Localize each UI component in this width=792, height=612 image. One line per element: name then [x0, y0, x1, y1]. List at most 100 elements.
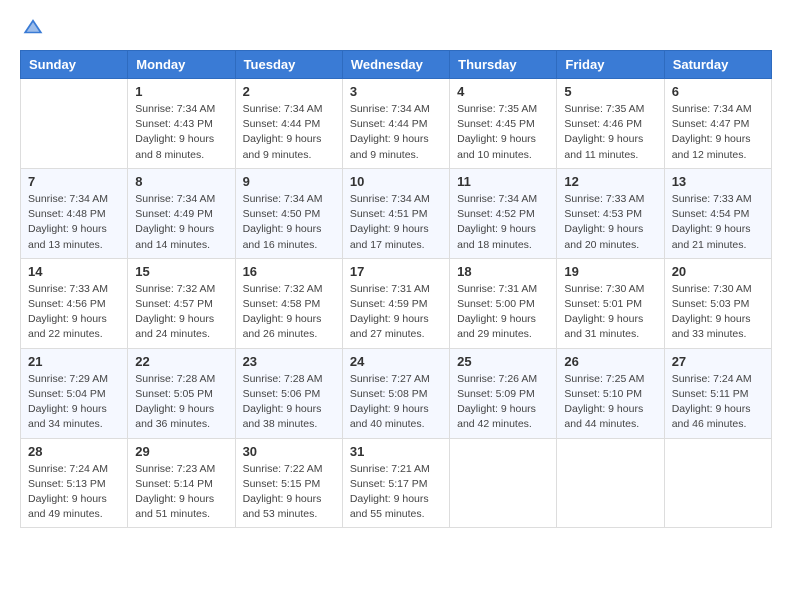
- calendar-cell: 2 Sunrise: 7:34 AM Sunset: 4:44 PM Daylig…: [235, 79, 342, 169]
- day-info: Sunrise: 7:34 AM Sunset: 4:44 PM Dayligh…: [350, 102, 442, 163]
- day-number: 13: [672, 174, 764, 189]
- day-number: 10: [350, 174, 442, 189]
- calendar-week-row: 1 Sunrise: 7:34 AM Sunset: 4:43 PM Daylig…: [21, 79, 772, 169]
- day-info: Sunrise: 7:34 AM Sunset: 4:48 PM Dayligh…: [28, 192, 120, 253]
- day-number: 17: [350, 264, 442, 279]
- calendar-cell: 5 Sunrise: 7:35 AM Sunset: 4:46 PM Daylig…: [557, 79, 664, 169]
- weekday-header-wednesday: Wednesday: [342, 51, 449, 79]
- calendar-cell: 4 Sunrise: 7:35 AM Sunset: 4:45 PM Daylig…: [450, 79, 557, 169]
- calendar-cell: 8Sunrise: 7:34 AM Sunset: 4:49 PM Daylig…: [128, 168, 235, 258]
- day-number: 11: [457, 174, 549, 189]
- day-info: Sunrise: 7:21 AM Sunset: 5:17 PM Dayligh…: [350, 462, 442, 523]
- day-number: 27: [672, 354, 764, 369]
- calendar-cell: 24 Sunrise: 7:27 AM Sunset: 5:08 PM Dayli…: [342, 348, 449, 438]
- day-number: 28: [28, 444, 120, 459]
- calendar-cell: 31Sunrise: 7:21 AM Sunset: 5:17 PM Dayli…: [342, 438, 449, 528]
- calendar-cell: 9 Sunrise: 7:34 AM Sunset: 4:50 PM Daylig…: [235, 168, 342, 258]
- day-number: 24: [350, 354, 442, 369]
- calendar-cell: 3Sunrise: 7:34 AM Sunset: 4:44 PM Daylig…: [342, 79, 449, 169]
- day-info: Sunrise: 7:35 AM Sunset: 4:45 PM Dayligh…: [457, 102, 549, 163]
- day-info: Sunrise: 7:29 AM Sunset: 5:04 PM Dayligh…: [28, 372, 120, 433]
- calendar-cell: 28Sunrise: 7:24 AM Sunset: 5:13 PM Dayli…: [21, 438, 128, 528]
- calendar-cell: 18 Sunrise: 7:31 AM Sunset: 5:00 PM Dayli…: [450, 258, 557, 348]
- day-info: Sunrise: 7:27 AM Sunset: 5:08 PM Dayligh…: [350, 372, 442, 433]
- logo-icon: [22, 16, 44, 38]
- calendar-week-row: 21 Sunrise: 7:29 AM Sunset: 5:04 PM Dayli…: [21, 348, 772, 438]
- day-number: 18: [457, 264, 549, 279]
- day-info: Sunrise: 7:32 AM Sunset: 4:57 PM Dayligh…: [135, 282, 227, 343]
- calendar-cell: 14 Sunrise: 7:33 AM Sunset: 4:56 PM Dayli…: [21, 258, 128, 348]
- day-info: Sunrise: 7:33 AM Sunset: 4:56 PM Dayligh…: [28, 282, 120, 343]
- day-info: Sunrise: 7:34 AM Sunset: 4:51 PM Dayligh…: [350, 192, 442, 253]
- weekday-header-monday: Monday: [128, 51, 235, 79]
- calendar-table: SundayMondayTuesdayWednesdayThursdayFrid…: [20, 50, 772, 528]
- day-number: 30: [243, 444, 335, 459]
- day-info: Sunrise: 7:31 AM Sunset: 5:00 PM Dayligh…: [457, 282, 549, 343]
- day-info: Sunrise: 7:30 AM Sunset: 5:03 PM Dayligh…: [672, 282, 764, 343]
- day-info: Sunrise: 7:22 AM Sunset: 5:15 PM Dayligh…: [243, 462, 335, 523]
- day-info: Sunrise: 7:30 AM Sunset: 5:01 PM Dayligh…: [564, 282, 656, 343]
- day-number: 25: [457, 354, 549, 369]
- day-info: Sunrise: 7:34 AM Sunset: 4:47 PM Dayligh…: [672, 102, 764, 163]
- weekday-header-saturday: Saturday: [664, 51, 771, 79]
- day-number: 8: [135, 174, 227, 189]
- weekday-header-sunday: Sunday: [21, 51, 128, 79]
- day-info: Sunrise: 7:35 AM Sunset: 4:46 PM Dayligh…: [564, 102, 656, 163]
- day-number: 23: [243, 354, 335, 369]
- weekday-header-tuesday: Tuesday: [235, 51, 342, 79]
- calendar-cell: 11Sunrise: 7:34 AM Sunset: 4:52 PM Dayli…: [450, 168, 557, 258]
- calendar-cell: 23 Sunrise: 7:28 AM Sunset: 5:06 PM Dayli…: [235, 348, 342, 438]
- day-number: 14: [28, 264, 120, 279]
- day-info: Sunrise: 7:24 AM Sunset: 5:11 PM Dayligh…: [672, 372, 764, 433]
- day-number: 16: [243, 264, 335, 279]
- calendar-cell: 17 Sunrise: 7:31 AM Sunset: 4:59 PM Dayli…: [342, 258, 449, 348]
- calendar-week-row: 7 Sunrise: 7:34 AM Sunset: 4:48 PM Daylig…: [21, 168, 772, 258]
- calendar-cell: 20 Sunrise: 7:30 AM Sunset: 5:03 PM Dayli…: [664, 258, 771, 348]
- day-number: 20: [672, 264, 764, 279]
- day-info: Sunrise: 7:33 AM Sunset: 4:54 PM Dayligh…: [672, 192, 764, 253]
- calendar-cell: 22Sunrise: 7:28 AM Sunset: 5:05 PM Dayli…: [128, 348, 235, 438]
- day-info: Sunrise: 7:28 AM Sunset: 5:05 PM Dayligh…: [135, 372, 227, 433]
- calendar-header: SundayMondayTuesdayWednesdayThursdayFrid…: [21, 51, 772, 79]
- calendar-cell: 6 Sunrise: 7:34 AM Sunset: 4:47 PM Daylig…: [664, 79, 771, 169]
- calendar-cell: 16 Sunrise: 7:32 AM Sunset: 4:58 PM Dayli…: [235, 258, 342, 348]
- day-number: 12: [564, 174, 656, 189]
- day-info: Sunrise: 7:34 AM Sunset: 4:43 PM Dayligh…: [135, 102, 227, 163]
- day-info: Sunrise: 7:25 AM Sunset: 5:10 PM Dayligh…: [564, 372, 656, 433]
- day-number: 7: [28, 174, 120, 189]
- calendar-week-row: 28Sunrise: 7:24 AM Sunset: 5:13 PM Dayli…: [21, 438, 772, 528]
- calendar-cell: 13 Sunrise: 7:33 AM Sunset: 4:54 PM Dayli…: [664, 168, 771, 258]
- calendar-body: 1 Sunrise: 7:34 AM Sunset: 4:43 PM Daylig…: [21, 79, 772, 528]
- day-info: Sunrise: 7:33 AM Sunset: 4:53 PM Dayligh…: [564, 192, 656, 253]
- weekday-header-row: SundayMondayTuesdayWednesdayThursdayFrid…: [21, 51, 772, 79]
- calendar-cell: 19Sunrise: 7:30 AM Sunset: 5:01 PM Dayli…: [557, 258, 664, 348]
- day-number: 26: [564, 354, 656, 369]
- header: [20, 16, 772, 38]
- calendar-cell: [21, 79, 128, 169]
- day-info: Sunrise: 7:32 AM Sunset: 4:58 PM Dayligh…: [243, 282, 335, 343]
- day-number: 6: [672, 84, 764, 99]
- day-number: 9: [243, 174, 335, 189]
- day-info: Sunrise: 7:26 AM Sunset: 5:09 PM Dayligh…: [457, 372, 549, 433]
- calendar-cell: 15Sunrise: 7:32 AM Sunset: 4:57 PM Dayli…: [128, 258, 235, 348]
- calendar-cell: 29 Sunrise: 7:23 AM Sunset: 5:14 PM Dayli…: [128, 438, 235, 528]
- weekday-header-friday: Friday: [557, 51, 664, 79]
- day-number: 4: [457, 84, 549, 99]
- day-number: 21: [28, 354, 120, 369]
- weekday-header-thursday: Thursday: [450, 51, 557, 79]
- day-info: Sunrise: 7:31 AM Sunset: 4:59 PM Dayligh…: [350, 282, 442, 343]
- day-number: 29: [135, 444, 227, 459]
- day-number: 5: [564, 84, 656, 99]
- calendar-cell: 30 Sunrise: 7:22 AM Sunset: 5:15 PM Dayli…: [235, 438, 342, 528]
- calendar-cell: 10 Sunrise: 7:34 AM Sunset: 4:51 PM Dayli…: [342, 168, 449, 258]
- day-info: Sunrise: 7:28 AM Sunset: 5:06 PM Dayligh…: [243, 372, 335, 433]
- calendar-cell: 27 Sunrise: 7:24 AM Sunset: 5:11 PM Dayli…: [664, 348, 771, 438]
- calendar-cell: 26 Sunrise: 7:25 AM Sunset: 5:10 PM Dayli…: [557, 348, 664, 438]
- calendar-cell: [557, 438, 664, 528]
- day-info: Sunrise: 7:23 AM Sunset: 5:14 PM Dayligh…: [135, 462, 227, 523]
- day-info: Sunrise: 7:34 AM Sunset: 4:44 PM Dayligh…: [243, 102, 335, 163]
- day-number: 2: [243, 84, 335, 99]
- calendar-cell: 21 Sunrise: 7:29 AM Sunset: 5:04 PM Dayli…: [21, 348, 128, 438]
- day-number: 1: [135, 84, 227, 99]
- day-info: Sunrise: 7:34 AM Sunset: 4:50 PM Dayligh…: [243, 192, 335, 253]
